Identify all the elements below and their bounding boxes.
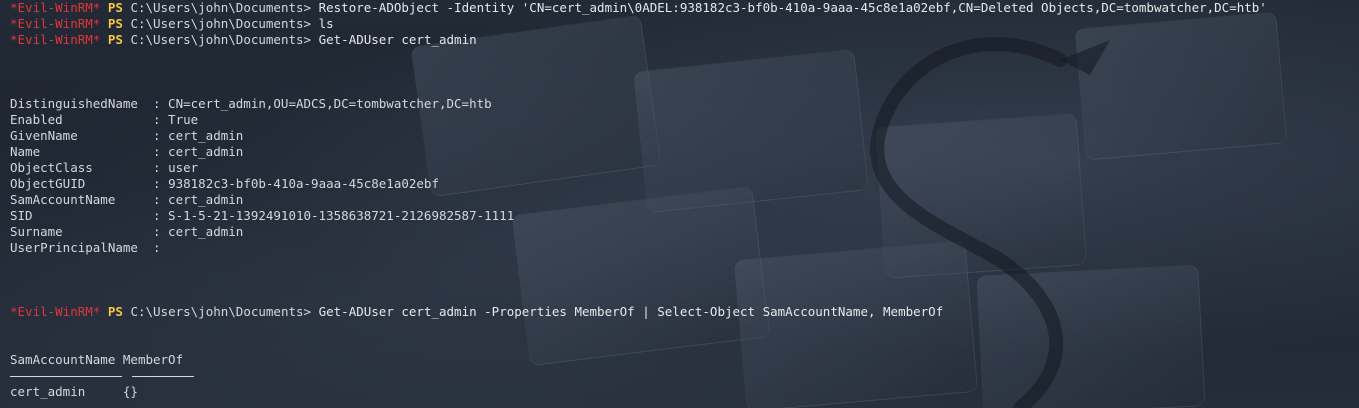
- property-key: SID: [10, 208, 33, 223]
- prompt-tag: *Evil-WinRM*: [10, 16, 101, 31]
- prompt-path: C:\Users\john\Documents>: [130, 0, 312, 15]
- property-value: cert_admin: [168, 192, 244, 207]
- prompt-line: *Evil-WinRM* PS C:\Users\john\Documents>…: [10, 32, 1349, 48]
- property-key: SamAccountName: [10, 192, 116, 207]
- header-underline: [131, 368, 194, 377]
- property-row: UserPrincipalName :: [10, 240, 169, 255]
- prompt-line: *Evil-WinRM* PS C:\Users\john\Documents>…: [10, 304, 1349, 320]
- property-key: Surname: [10, 224, 63, 239]
- prompt-path: C:\Users\john\Documents>: [130, 32, 312, 47]
- table-cell: cert_admin: [10, 384, 86, 399]
- property-key: GivenName: [10, 128, 78, 143]
- prompt-line: *Evil-WinRM* PS C:\Users\john\Documents>…: [10, 0, 1349, 16]
- terminal-output: *Evil-WinRM* PS C:\Users\john\Documents>…: [10, 0, 1349, 400]
- property-key: Enabled: [10, 112, 63, 127]
- property-row: SID : S-1-5-21-1392491010-1358638721-212…: [10, 208, 515, 223]
- property-key: ObjectGUID: [10, 176, 86, 191]
- prompt-shell: PS: [107, 304, 123, 319]
- property-key: ObjectClass: [10, 160, 93, 175]
- property-row: Name : cert_admin: [10, 144, 244, 159]
- prompt-tag: *Evil-WinRM*: [10, 32, 101, 47]
- property-key: UserPrincipalName: [10, 240, 138, 255]
- user-properties-list: DistinguishedName : CN=cert_admin,OU=ADC…: [10, 96, 1349, 256]
- column-header: SamAccountName: [10, 352, 116, 367]
- select-output-table: SamAccountName MemberOf cert_admin {}: [10, 352, 1349, 400]
- command-text: Get-ADUser cert_admin -Properties Member…: [318, 304, 944, 319]
- property-value: cert_admin: [168, 144, 244, 159]
- property-value: cert_admin: [168, 224, 244, 239]
- header-underline: [10, 368, 122, 377]
- table-row: cert_admin {}: [10, 384, 1349, 400]
- property-row: Enabled : True: [10, 112, 199, 127]
- table-header-row: SamAccountName MemberOf: [10, 352, 1349, 368]
- property-row: Surname : cert_admin: [10, 224, 244, 239]
- prompt-path: C:\Users\john\Documents>: [130, 304, 312, 319]
- prompt-tag: *Evil-WinRM*: [10, 0, 101, 15]
- command-text: ls: [318, 16, 334, 31]
- property-row: DistinguishedName : CN=cert_admin,OU=ADC…: [10, 96, 492, 111]
- property-value: user: [168, 160, 199, 175]
- property-value: cert_admin: [168, 128, 244, 143]
- prompt-tag: *Evil-WinRM*: [10, 304, 101, 319]
- prompt-path: C:\Users\john\Documents>: [130, 16, 312, 31]
- command-text: Restore-ADObject -Identity 'CN=cert_admi…: [318, 0, 1267, 15]
- property-row: ObjectClass : user: [10, 160, 199, 175]
- property-value: True: [168, 112, 199, 127]
- table-cell: {}: [122, 384, 138, 399]
- property-row: GivenName : cert_admin: [10, 128, 244, 143]
- prompt-shell: PS: [107, 16, 123, 31]
- property-row: SamAccountName : cert_admin: [10, 192, 244, 207]
- column-header: MemberOf: [122, 352, 184, 367]
- prompt-shell: PS: [107, 0, 123, 15]
- property-key: Name: [10, 144, 41, 159]
- command-text: Get-ADUser cert_admin: [318, 32, 477, 47]
- property-key: DistinguishedName: [10, 96, 138, 111]
- prompt-line: *Evil-WinRM* PS C:\Users\john\Documents>…: [10, 16, 1349, 32]
- property-value: 938182c3-bf0b-410a-9aaa-45c8e1a02ebf: [168, 176, 439, 191]
- table-header-separator: [10, 368, 1349, 384]
- terminal-window[interactable]: *Evil-WinRM* PS C:\Users\john\Documents>…: [0, 0, 1359, 408]
- property-value: CN=cert_admin,OU=ADCS,DC=tombwatcher,DC=…: [168, 96, 492, 111]
- property-row: ObjectGUID : 938182c3-bf0b-410a-9aaa-45c…: [10, 176, 439, 191]
- property-value: S-1-5-21-1392491010-1358638721-212698258…: [168, 208, 515, 223]
- prompt-shell: PS: [107, 32, 123, 47]
